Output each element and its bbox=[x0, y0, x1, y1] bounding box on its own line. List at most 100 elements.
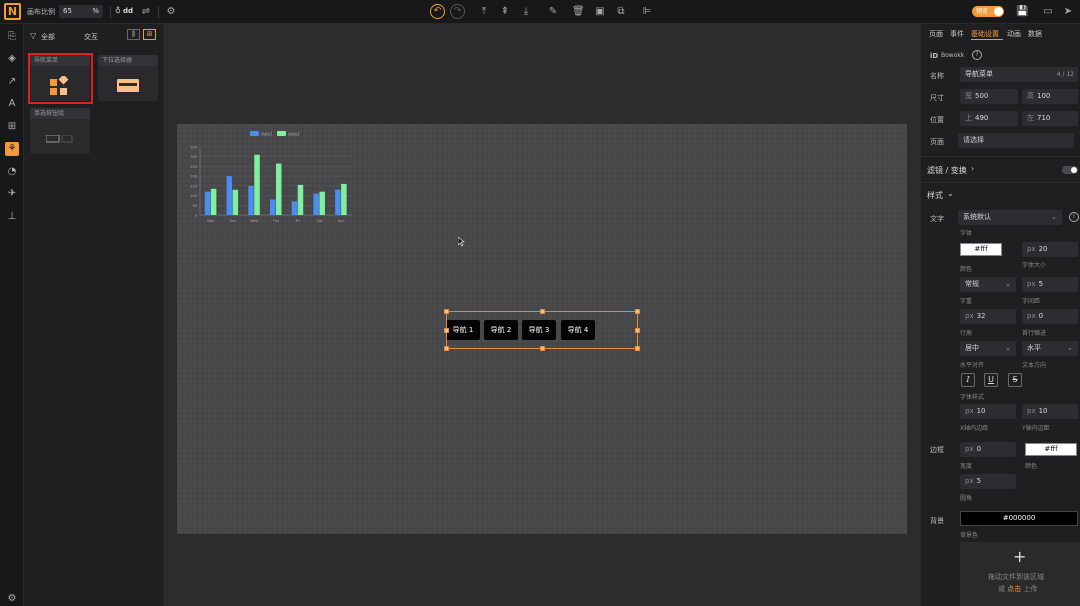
chevron-right-icon[interactable]: › bbox=[971, 164, 974, 173]
font-weight-select[interactable]: 常规 ⌄ bbox=[960, 277, 1016, 292]
move-top-icon[interactable]: ⇞ bbox=[499, 6, 511, 18]
divider bbox=[921, 182, 1080, 183]
info-icon[interactable]: ! bbox=[1069, 212, 1079, 222]
width-value: 500 bbox=[975, 92, 989, 100]
help-icon[interactable]: ? bbox=[972, 50, 982, 60]
tab-page[interactable]: 页面 bbox=[929, 29, 943, 39]
style-label[interactable]: 样式 bbox=[927, 190, 943, 201]
table-icon[interactable]: ⊞ bbox=[5, 120, 19, 134]
letter-spacing-input[interactable]: px 5 bbox=[1022, 277, 1078, 292]
chevron-down-icon[interactable]: ⌄ bbox=[947, 189, 954, 198]
filter-all[interactable]: 全部 bbox=[41, 32, 55, 42]
toggle-knob bbox=[994, 7, 1003, 16]
text-icon[interactable]: A bbox=[5, 97, 19, 111]
filter-transform-label[interactable]: 滤镜 / 变换 bbox=[927, 165, 967, 176]
line-height-input[interactable]: px 32 bbox=[960, 309, 1016, 324]
y-padding-sub: Y轴内边距 bbox=[1022, 425, 1050, 432]
y-padding-input[interactable]: px 10 bbox=[1022, 404, 1078, 419]
group-icon[interactable]: ▣ bbox=[594, 6, 606, 18]
list-view-icon[interactable]: ⫼ bbox=[127, 29, 140, 40]
grid-view-icon[interactable]: ⊞ bbox=[143, 29, 156, 40]
align-icon[interactable]: ⊫ bbox=[641, 6, 653, 18]
upload-click-link[interactable]: 点击 bbox=[1007, 585, 1021, 593]
resize-handle[interactable] bbox=[635, 309, 640, 314]
height-value: 100 bbox=[1037, 92, 1051, 100]
name-input[interactable]: 导航菜单 4 / 12 bbox=[960, 67, 1078, 82]
strikethrough-icon[interactable]: S bbox=[1008, 373, 1022, 387]
left-input[interactable]: 左 710 bbox=[1022, 111, 1078, 126]
resize-handle[interactable] bbox=[540, 346, 545, 351]
move-up-icon[interactable]: ⤒ bbox=[478, 6, 490, 18]
size-label: 尺寸 bbox=[930, 94, 944, 102]
component-dropdown[interactable]: 下拉选择器 bbox=[98, 55, 158, 101]
save-icon[interactable]: 💾 bbox=[1016, 6, 1028, 18]
template-icon[interactable]: ⊥ bbox=[5, 210, 19, 224]
preview-toggle[interactable]: 预览 bbox=[972, 6, 1004, 17]
resize-handle[interactable] bbox=[635, 346, 640, 351]
border-color-swatch[interactable]: #fff bbox=[1025, 443, 1077, 456]
radius-sub: 圆角 bbox=[960, 495, 973, 502]
radius-input[interactable]: px 5 bbox=[960, 474, 1016, 489]
page-select[interactable]: 请选择 bbox=[958, 133, 1074, 148]
resize-handle[interactable] bbox=[540, 309, 545, 314]
brush-icon[interactable]: ✎ bbox=[547, 6, 559, 18]
italic-icon[interactable]: I bbox=[961, 373, 975, 387]
chart-icon[interactable]: ↗ bbox=[5, 75, 19, 89]
undo-button[interactable]: ↶ bbox=[430, 4, 445, 19]
component-radio-group[interactable]: 单选按钮组 bbox=[30, 108, 90, 154]
resize-handle[interactable] bbox=[444, 309, 449, 314]
settings-icon[interactable]: ⚙ bbox=[165, 6, 177, 18]
monitor-icon[interactable]: ▭ bbox=[1042, 6, 1054, 18]
underline-icon[interactable]: U bbox=[984, 373, 998, 387]
font-select[interactable]: 系统默认 ⌄ bbox=[958, 210, 1062, 225]
ungroup-icon[interactable]: ⧉ bbox=[615, 6, 627, 18]
resize-handle[interactable] bbox=[444, 346, 449, 351]
zoom-input[interactable]: 65 % bbox=[59, 5, 103, 18]
legend-swatch bbox=[277, 131, 286, 136]
layers-icon[interactable]: ◈ bbox=[5, 52, 19, 66]
zoom-label: 画布比例 bbox=[27, 8, 55, 16]
tab-data[interactable]: 数据 bbox=[1028, 29, 1042, 39]
send-icon[interactable]: ➤ bbox=[1062, 6, 1074, 18]
page-icon[interactable]: ⎘ bbox=[5, 30, 19, 44]
upload-suffix: 上传 bbox=[1021, 585, 1038, 593]
page-placeholder: 请选择 bbox=[963, 136, 984, 144]
height-input[interactable]: 高 100 bbox=[1022, 89, 1078, 104]
component-icon[interactable]: ⚘ bbox=[5, 142, 19, 156]
bar-data1 bbox=[226, 176, 233, 215]
resize-handle[interactable] bbox=[444, 328, 449, 333]
shapes-icon[interactable]: ◔ bbox=[5, 165, 19, 179]
settings-bottom-icon[interactable]: ⚙ bbox=[5, 592, 19, 606]
tab-basic-settings[interactable]: 基础设置 bbox=[971, 29, 999, 39]
filter-toggle[interactable] bbox=[1062, 166, 1078, 174]
page-label: 页面 bbox=[930, 138, 944, 146]
upload-dropzone[interactable]: + 拖动文件到该区域 或 点击 上传 bbox=[960, 542, 1080, 606]
indent-input[interactable]: px 0 bbox=[1022, 309, 1078, 324]
text-color-swatch[interactable]: #fff bbox=[960, 243, 1002, 256]
redo-button[interactable]: ↷ bbox=[450, 4, 465, 19]
indent-value: 0 bbox=[1038, 312, 1044, 320]
font-size-input[interactable]: px 20 bbox=[1022, 242, 1078, 257]
adjust-icon[interactable]: ⇌ bbox=[140, 6, 152, 18]
tab-interact[interactable]: 交互 bbox=[84, 32, 98, 42]
project-name[interactable]: dd bbox=[123, 7, 133, 15]
bar-data1 bbox=[248, 185, 254, 215]
bar-chart[interactable]: 350 300 250 200 150 100 50 0 Mon Tue Wed Thu Fri Sat S… bbox=[178, 125, 358, 235]
tab-events[interactable]: 事件 bbox=[950, 29, 964, 39]
direction-select[interactable]: 水平 ⌄ bbox=[1022, 341, 1078, 356]
resize-handle[interactable] bbox=[635, 328, 640, 333]
move-down-icon[interactable]: ⤓ bbox=[520, 6, 532, 18]
filter-icon[interactable]: ▽ bbox=[30, 31, 36, 40]
bar-data2 bbox=[210, 188, 217, 215]
background-color-swatch[interactable]: #000000 bbox=[960, 511, 1078, 526]
delete-icon[interactable]: 🗑 bbox=[572, 6, 585, 18]
width-prefix: 宽 bbox=[965, 92, 972, 100]
media-icon[interactable]: ✈ bbox=[5, 187, 19, 201]
align-select[interactable]: 居中 ⌄ bbox=[960, 341, 1016, 356]
border-width-input[interactable]: px 0 bbox=[960, 442, 1016, 457]
top-input[interactable]: 上 490 bbox=[960, 111, 1018, 126]
width-input[interactable]: 宽 500 bbox=[960, 89, 1018, 104]
x-padding-input[interactable]: px 10 bbox=[960, 404, 1016, 419]
tab-animation[interactable]: 动画 bbox=[1007, 29, 1021, 39]
selection-box[interactable] bbox=[446, 311, 638, 349]
